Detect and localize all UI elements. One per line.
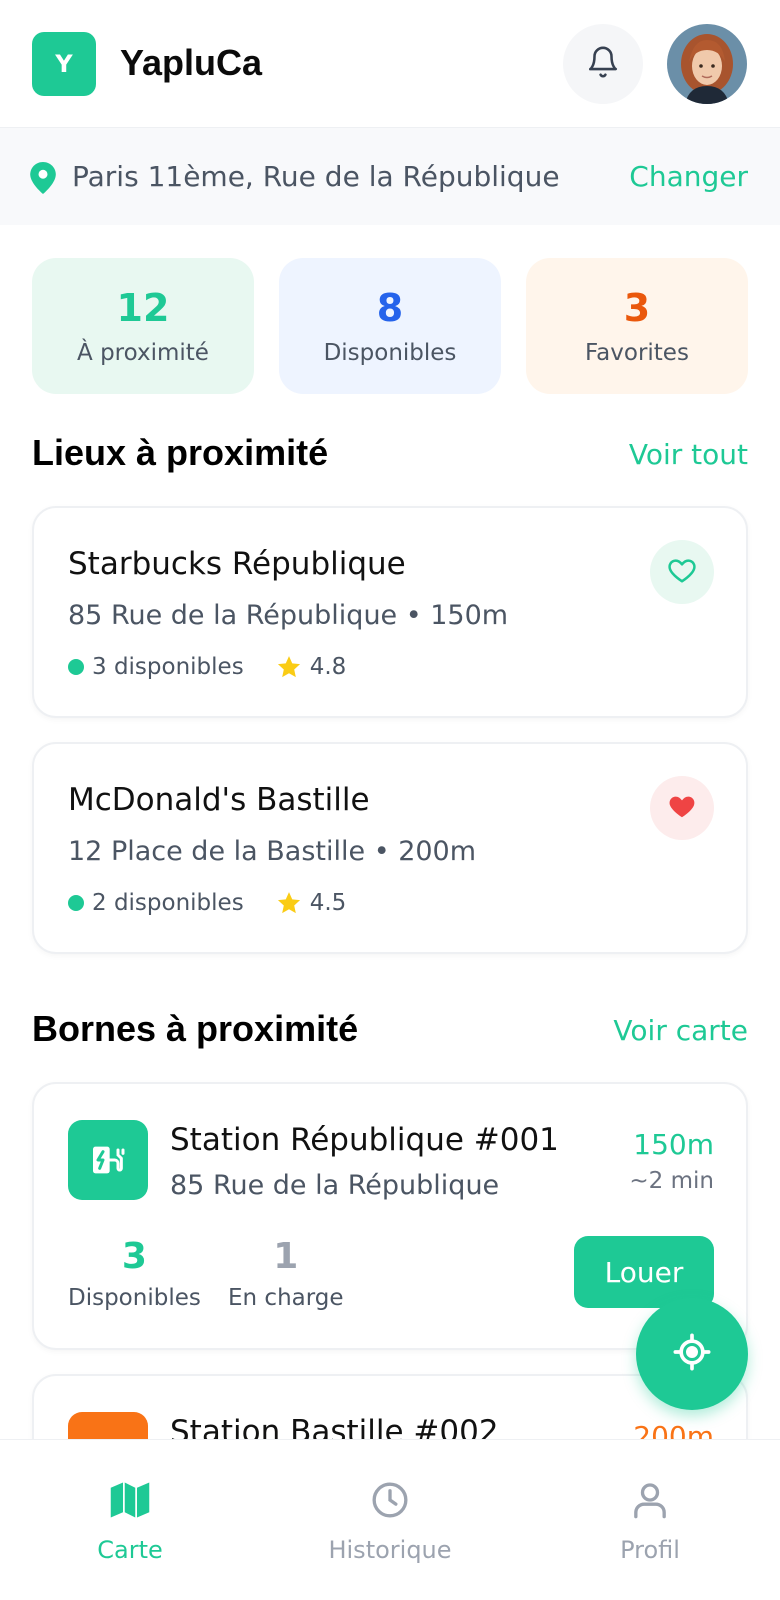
app-header: Y YapluCa <box>0 0 780 128</box>
place-name: Starbucks République <box>68 546 406 582</box>
charging-count: 1 <box>273 1236 299 1277</box>
nav-item-carte[interactable]: Carte <box>0 1440 260 1600</box>
nav-item-profil[interactable]: Profil <box>520 1440 780 1600</box>
availability-dot <box>68 895 84 911</box>
see-map-link[interactable]: Voir carte <box>613 1014 748 1047</box>
app-title: YapluCa <box>120 42 263 83</box>
see-all-places-link[interactable]: Voir tout <box>629 438 748 471</box>
app-logo[interactable]: Y <box>32 32 96 96</box>
stations-section-title: Bornes à proximité <box>32 1008 359 1049</box>
availability-dot <box>68 659 84 675</box>
crosshair-icon <box>672 1332 712 1376</box>
nav-label: Historique <box>328 1536 452 1564</box>
stat-label: Disponibles <box>323 340 457 366</box>
place-availability: 3 disponibles <box>92 654 244 680</box>
stat-nearby[interactable]: 12 À proximité <box>32 258 254 394</box>
stat-label: À proximité <box>77 340 209 366</box>
locate-me-button[interactable] <box>636 1298 748 1410</box>
user-avatar[interactable] <box>667 24 747 104</box>
nav-label: Profil <box>620 1536 680 1564</box>
station-available-stat: 3 Disponibles <box>68 1236 201 1311</box>
logo-letter: Y <box>55 50 73 78</box>
bottom-navigation: Carte Historique Profil <box>0 1439 780 1600</box>
heart-filled-icon <box>667 791 697 825</box>
station-address: 85 Rue de la République <box>170 1170 500 1201</box>
charging-label: En charge <box>228 1285 344 1311</box>
stat-available[interactable]: 8 Disponibles <box>279 258 501 394</box>
star-icon <box>276 654 302 680</box>
clock-icon <box>260 1480 520 1520</box>
stat-favorites[interactable]: 3 Favorites <box>526 258 748 394</box>
station-card[interactable]: Station République #001 85 Rue de la Rép… <box>32 1082 748 1350</box>
favorite-button[interactable] <box>650 540 714 604</box>
stat-value: 12 <box>116 286 170 330</box>
place-availability: 2 disponibles <box>92 890 244 916</box>
nav-label: Carte <box>97 1536 163 1564</box>
station-travel-time: ~2 min <box>629 1168 714 1194</box>
favorite-button[interactable] <box>650 776 714 840</box>
stat-value: 3 <box>623 286 651 330</box>
heart-outline-icon <box>667 555 697 589</box>
notifications-button[interactable] <box>563 24 643 104</box>
location-pin-icon <box>30 162 56 198</box>
bell-icon <box>586 45 620 83</box>
station-distance: 150m <box>633 1128 714 1161</box>
place-rating: 4.8 <box>309 654 347 680</box>
place-meta: 3 disponibles 4.8 <box>68 654 346 680</box>
place-rating: 4.5 <box>309 890 347 916</box>
place-address: 85 Rue de la République • 150m <box>68 600 509 631</box>
available-count: 3 <box>121 1236 147 1277</box>
star-icon <box>276 890 302 916</box>
stat-value: 8 <box>376 286 404 330</box>
change-location-button[interactable]: Changer <box>629 160 748 193</box>
map-icon <box>0 1480 260 1520</box>
user-icon <box>520 1480 780 1520</box>
place-meta: 2 disponibles 4.5 <box>68 890 346 916</box>
station-charging-stat: 1 En charge <box>228 1236 344 1311</box>
place-card[interactable]: Starbucks République 85 Rue de la Républ… <box>32 506 748 718</box>
location-bar: Paris 11ème, Rue de la République Change… <box>0 128 780 225</box>
charging-station-icon <box>68 1120 148 1200</box>
station-name: Station République #001 <box>170 1122 559 1158</box>
place-name: McDonald's Bastille <box>68 782 370 818</box>
stat-label: Favorites <box>585 340 689 366</box>
nav-item-historique[interactable]: Historique <box>260 1440 520 1600</box>
place-card[interactable]: McDonald's Bastille 12 Place de la Basti… <box>32 742 748 954</box>
available-label: Disponibles <box>68 1285 201 1311</box>
location-text: Paris 11ème, Rue de la République <box>72 160 560 193</box>
place-address: 12 Place de la Bastille • 200m <box>68 836 477 867</box>
places-section-title: Lieux à proximité <box>32 432 329 473</box>
